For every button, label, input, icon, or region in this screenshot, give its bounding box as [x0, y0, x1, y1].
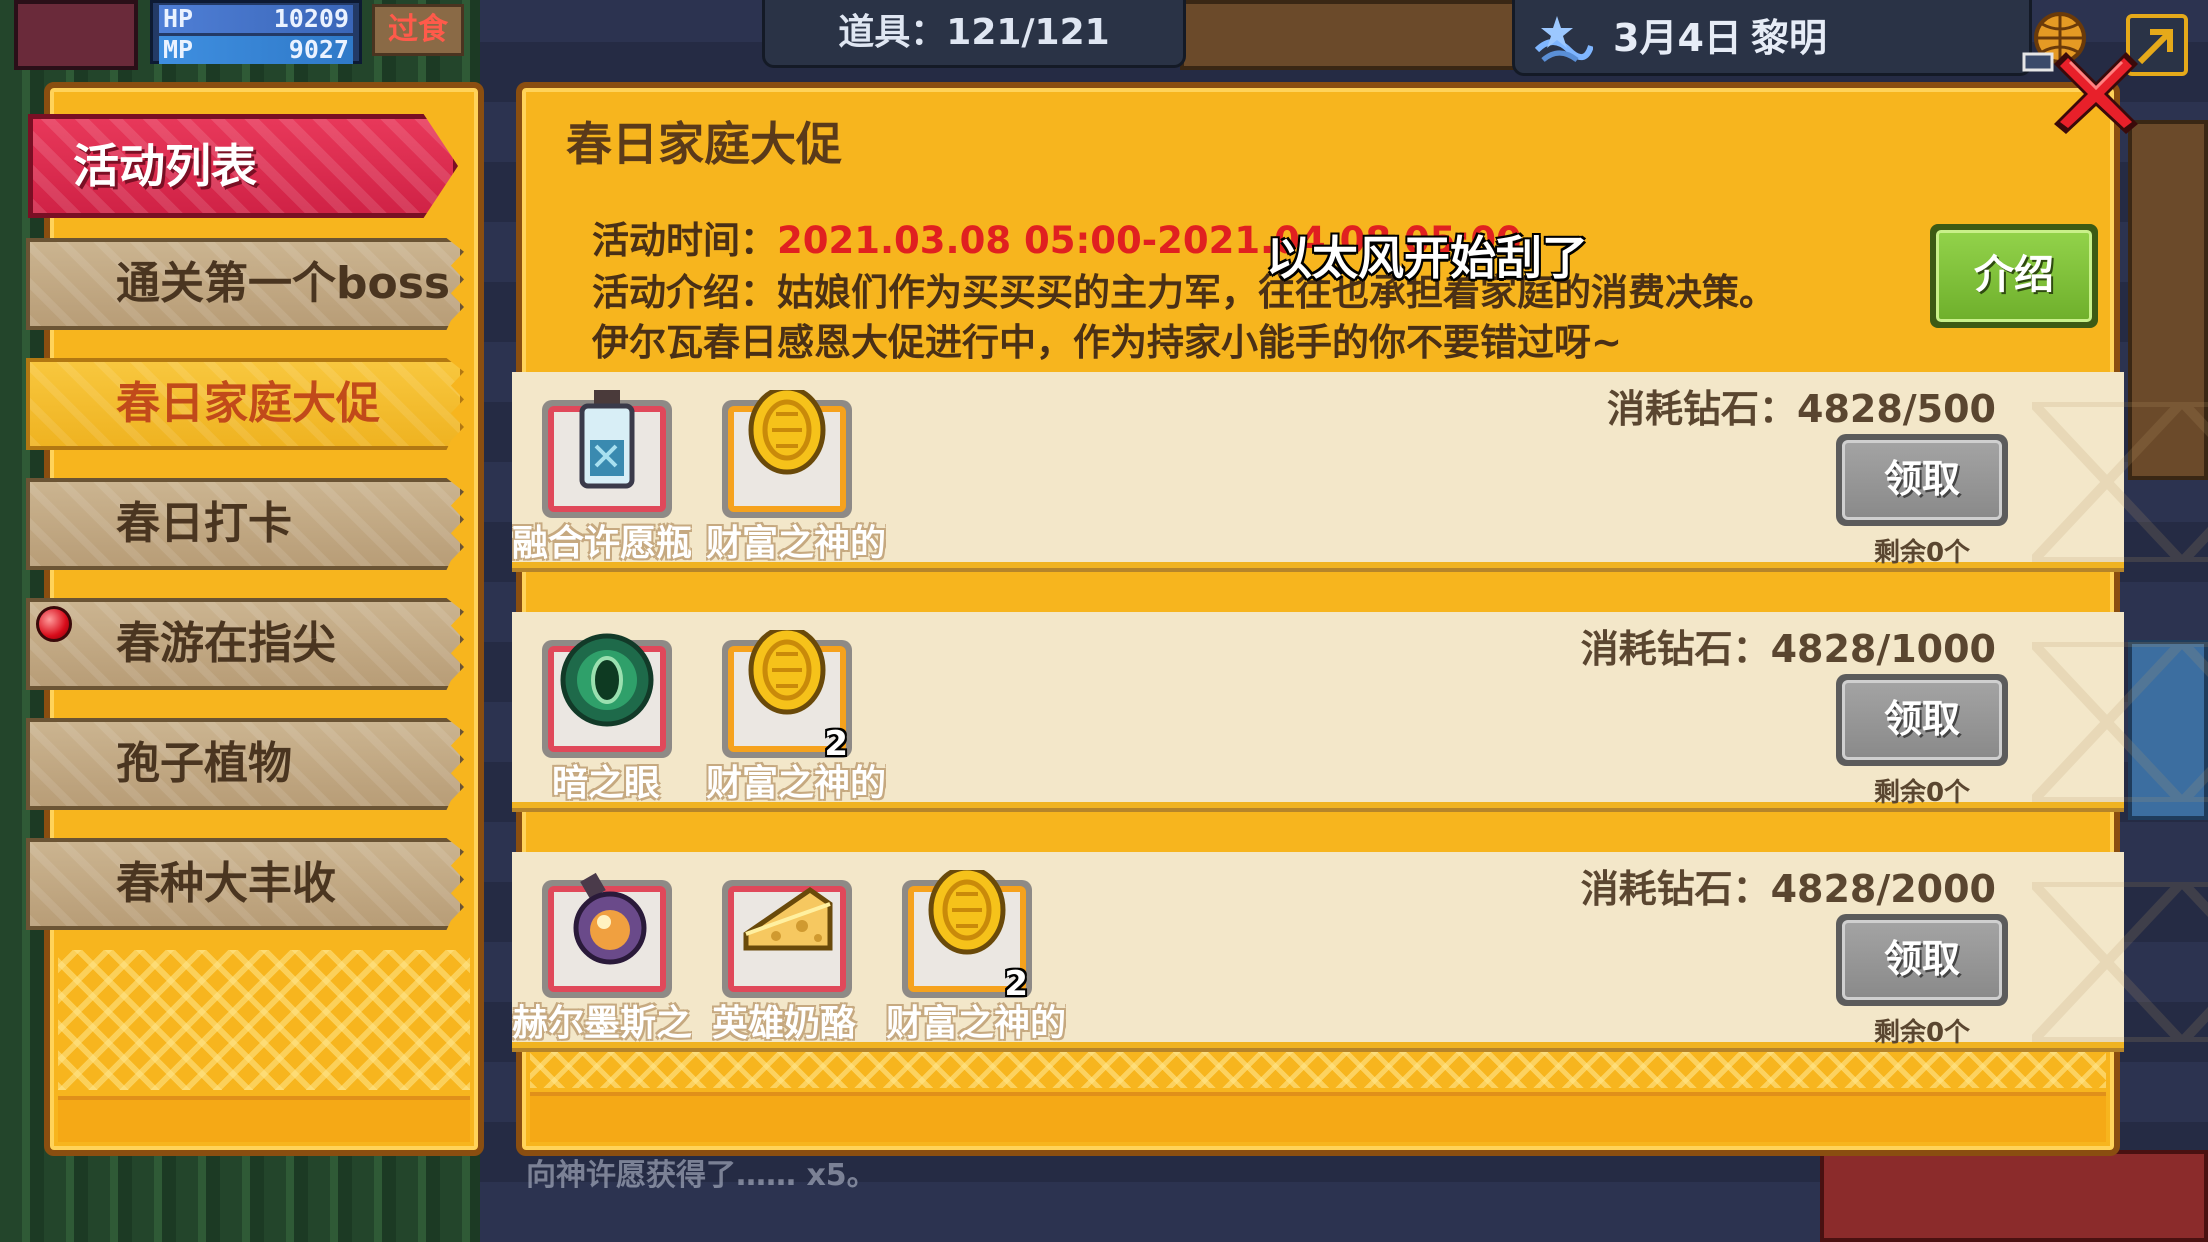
remaining-count: 剩余0个: [1873, 778, 1971, 808]
notification-badge: [36, 606, 76, 646]
reward-item[interactable]: [542, 872, 672, 998]
activity-item-label: 春日打卡: [116, 498, 292, 549]
diamond-cost: 消耗钻石：4828/2000: [1580, 867, 1996, 911]
reward-tier-1: 融合许愿瓶 财富之神的硬币 消耗钻石：4828/500 领取 剩余0个: [512, 372, 2208, 572]
activity-list-title: 活动列表: [73, 139, 257, 193]
claim-button-label: 领取: [1842, 920, 2002, 1000]
activity-item-spring-outing[interactable]: 春游在指尖: [26, 598, 464, 690]
gold-coin-icon: [928, 870, 1006, 955]
reward-item-name: 融合许愿瓶: [512, 523, 692, 564]
claim-button[interactable]: 领取: [1836, 434, 2008, 526]
hp-label: HP: [163, 4, 194, 33]
activity-item-label: 孢子植物: [116, 738, 292, 789]
close-button[interactable]: [2052, 48, 2140, 136]
star-watermark-icon: [2032, 642, 2208, 802]
activity-item-spore-plant[interactable]: 孢子植物: [26, 718, 464, 810]
time-period-text: 黎明: [1751, 16, 1828, 60]
bottle-icon: [579, 390, 635, 489]
story-subtitle: 以太风开始刮了: [1266, 231, 1588, 285]
hp-value: 10209: [273, 4, 349, 33]
activity-item-spring-harvest[interactable]: 春种大丰收: [26, 838, 464, 930]
star-watermark-icon: [2032, 882, 2208, 1042]
activity-item-spring-checkin[interactable]: 春日打卡: [26, 478, 464, 570]
gold-coin-icon: [748, 390, 826, 475]
player-avatar[interactable]: [14, 0, 138, 70]
player-stats: HP 10209 MP 9027: [150, 0, 362, 64]
diamond-cost: 消耗钻石：4828/1000: [1580, 627, 1996, 671]
reward-tier-3: 赫尔墨斯之血 英雄奶酪 2 财富之神的硬币 消耗钻石：4828/2000 领取 …: [512, 852, 2208, 1052]
panel-pattern: [530, 1046, 2106, 1088]
activity-item-boss[interactable]: 通关第一个boss: [26, 238, 464, 330]
reward-item[interactable]: [542, 390, 672, 518]
date-display: 3月4日 黎明: [1512, 0, 2032, 76]
inventory-count[interactable]: 道具：121/121: [762, 0, 1186, 68]
activity-item-label: 春日家庭大促: [116, 378, 380, 429]
claim-button-label: 领取: [1842, 440, 2002, 520]
event-description: 活动介绍：姑娘们作为买买买的主力军，往往也承担着家庭的消费决策。: [592, 262, 1776, 316]
intro-button[interactable]: 介绍: [1930, 224, 2098, 328]
event-title: 春日家庭大促: [566, 117, 842, 171]
claim-button[interactable]: 领取: [1836, 674, 2008, 766]
panel-footer-bar: [58, 1096, 470, 1142]
reward-item[interactable]: [722, 390, 852, 518]
date-text: 3月4日: [1613, 16, 1742, 60]
gold-coin-icon: [748, 630, 826, 715]
mp-bar: MP 9027: [159, 36, 353, 64]
reward-item-name: 英雄奶酪: [712, 1003, 857, 1044]
reward-item-name: 暗之眼: [552, 763, 661, 804]
hp-bar: HP 10209: [159, 5, 353, 33]
diamond-cost: 消耗钻石：4828/500: [1607, 387, 1996, 431]
remaining-count: 剩余0个: [1873, 1018, 1971, 1048]
inventory-count-text: 道具：121/121: [838, 12, 1110, 53]
cheese-icon: [743, 886, 833, 951]
reward-item[interactable]: 2: [902, 870, 1032, 1004]
claim-button[interactable]: 领取: [1836, 914, 2008, 1006]
activity-item-label: 春种大丰收: [116, 858, 336, 909]
panel-pattern: [58, 950, 470, 1090]
reward-item[interactable]: 2: [722, 630, 852, 764]
dark-eye-icon: [560, 633, 654, 727]
reward-item-name: 财富之神的硬币: [706, 763, 886, 804]
activity-item-spring-promo[interactable]: 春日家庭大促: [26, 358, 464, 450]
mp-value: 9027: [288, 35, 349, 64]
event-desc-line2: 伊尔瓦春日感恩大促进行中，作为持家小能手的你不要错过呀~: [592, 321, 1623, 364]
mp-label: MP: [163, 35, 194, 64]
event-desc-label: 活动介绍：: [592, 271, 777, 314]
reward-item-name: 财富之神的硬币: [706, 523, 886, 564]
event-time-label: 活动时间：: [592, 219, 777, 262]
activity-list-header: 活动列表: [28, 114, 458, 218]
reward-item[interactable]: [542, 633, 672, 758]
hunger-status-badge: 过食: [372, 4, 464, 56]
red-dot-icon: [36, 606, 72, 642]
star-watermark-icon: [2032, 402, 2208, 562]
activity-item-label: 春游在指尖: [116, 618, 336, 669]
reward-item-name: 赫尔墨斯之血: [512, 1003, 692, 1044]
intro-button-label: 介绍: [1936, 230, 2092, 322]
remaining-count: 剩余0个: [1873, 538, 1971, 568]
potion-flask-icon: [573, 872, 647, 965]
building-awning: [1820, 1150, 2208, 1242]
wind-weather-icon: [1534, 16, 1593, 63]
panel-footer-bar: [530, 1092, 2106, 1142]
reward-item-name: 财富之神的硬币: [886, 1003, 1066, 1044]
reward-item[interactable]: [722, 880, 852, 998]
message-log-text: 向神许愿获得了…… x5。: [526, 1158, 877, 1193]
claim-button-label: 领取: [1842, 680, 2002, 760]
activity-item-label: 通关第一个boss: [116, 258, 451, 309]
reward-tier-2: 暗之眼 2 财富之神的硬币 消耗钻石：4828/1000 领取 剩余0个: [512, 612, 2208, 812]
